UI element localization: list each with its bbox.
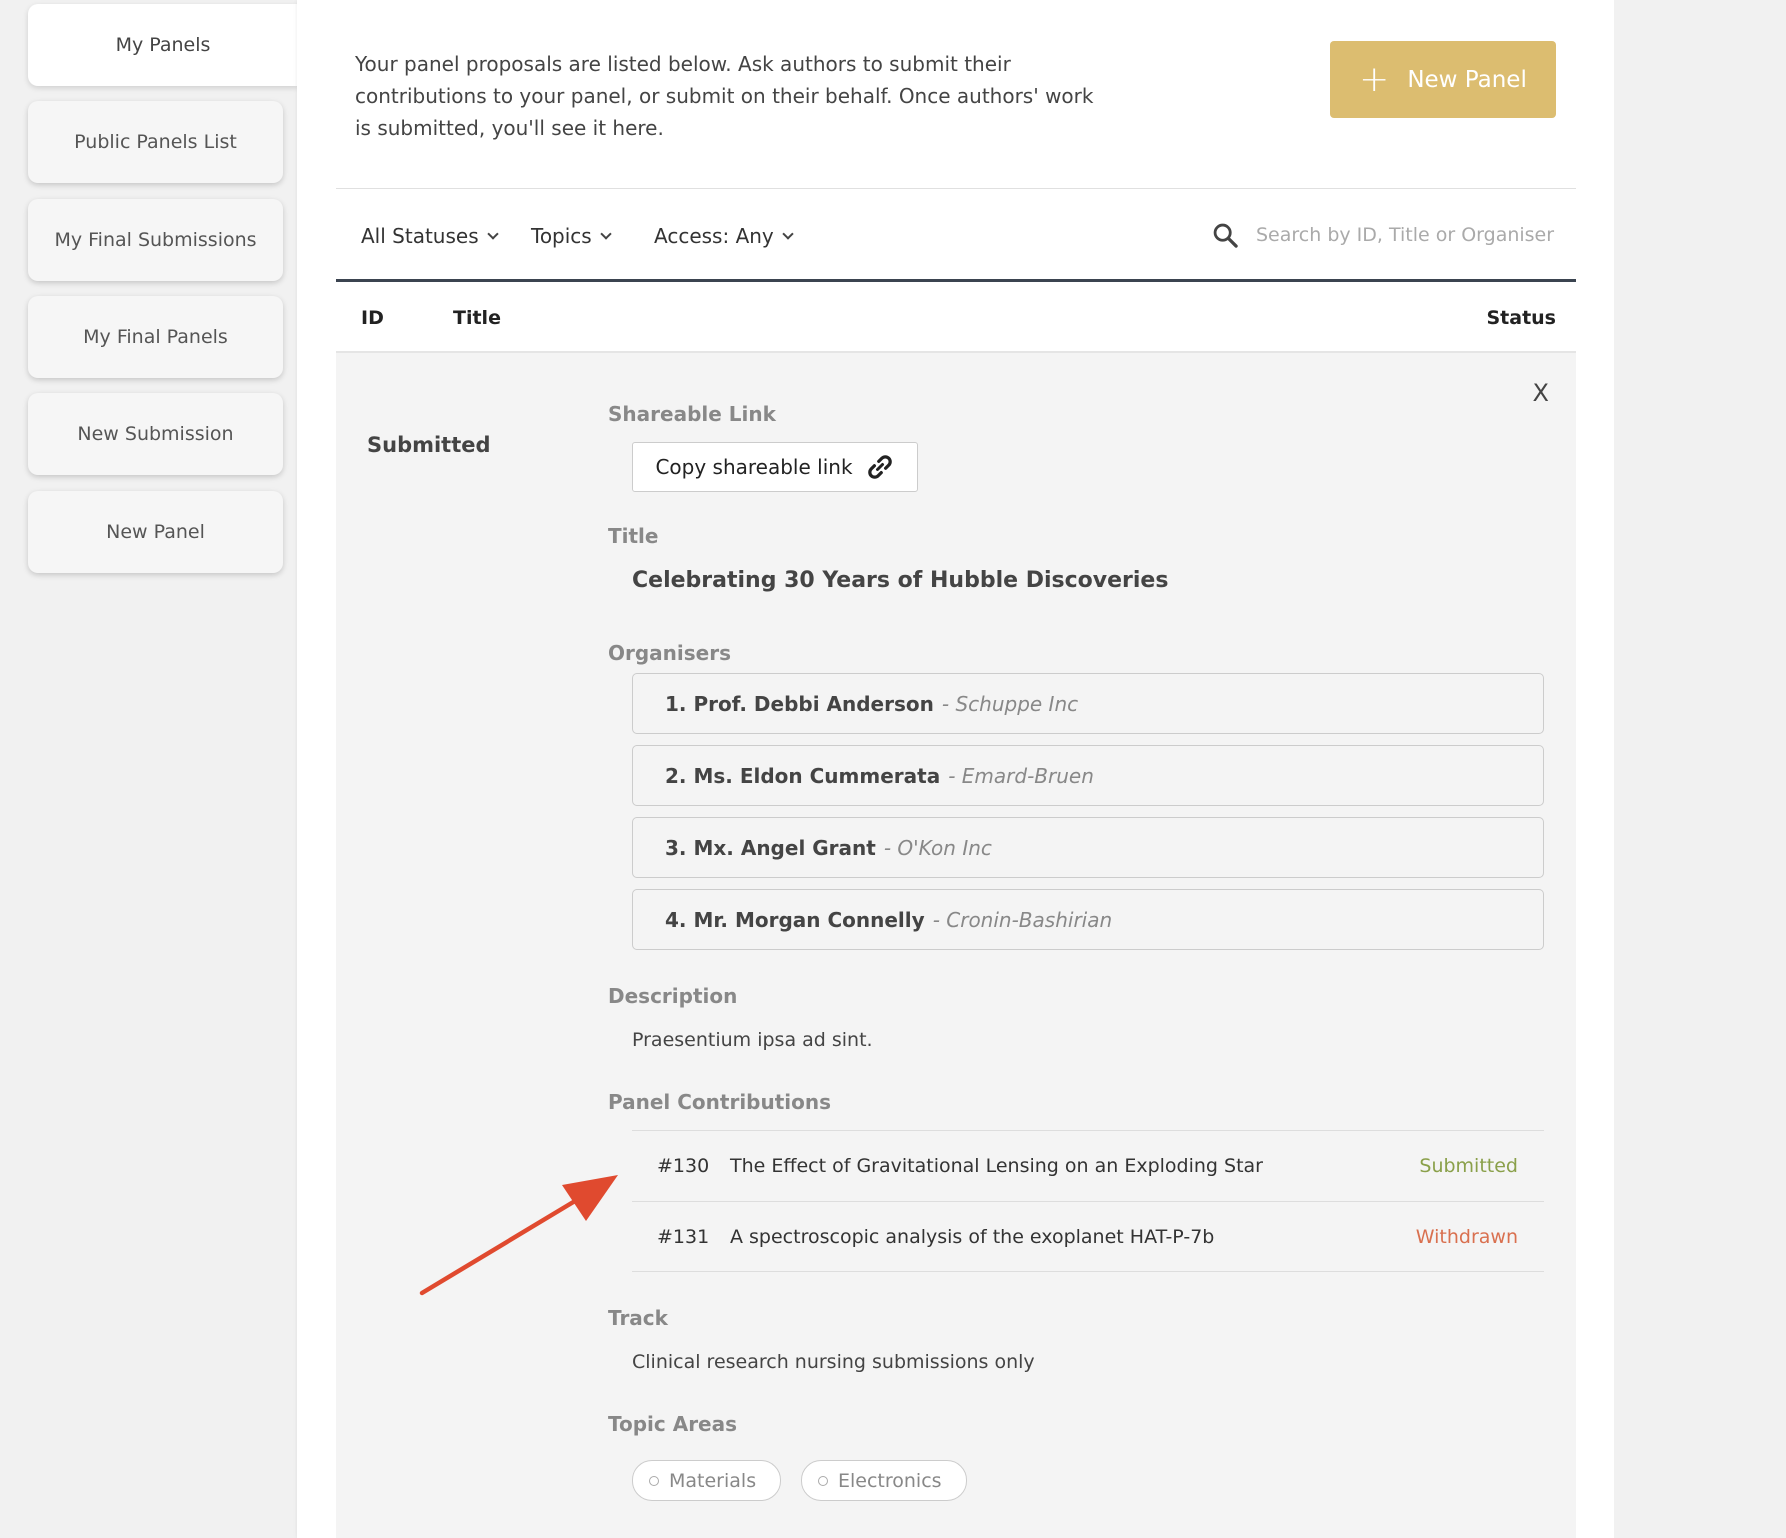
- topic-chip[interactable]: Electronics: [801, 1460, 967, 1501]
- contribution-row[interactable]: #130 The Effect of Gravitational Lensing…: [632, 1130, 1544, 1201]
- panel-title: Celebrating 30 Years of Hubble Discoveri…: [632, 568, 1169, 593]
- new-panel-button[interactable]: + New Panel: [1330, 41, 1556, 118]
- contribution-title: The Effect of Gravitational Lensing on a…: [730, 1155, 1263, 1177]
- intro-text: Your panel proposals are listed below. A…: [355, 52, 1094, 140]
- organiser-item: 3. Mx. Angel Grant - O'Kon Inc: [632, 817, 1544, 878]
- access-filter-dropdown[interactable]: Access: Any: [654, 224, 794, 248]
- panel-status: Submitted: [367, 433, 491, 457]
- organiser-item: 2. Ms. Eldon Cummerata - Emard-Bruen: [632, 745, 1544, 806]
- topic-chip[interactable]: Materials: [632, 1460, 782, 1501]
- organisers-label: Organisers: [608, 641, 732, 665]
- organiser-name: 2. Ms. Eldon Cummerata: [665, 763, 941, 788]
- column-header-title[interactable]: Title: [453, 307, 501, 329]
- shareable-link-label: Shareable Link: [608, 402, 776, 426]
- contribution-row[interactable]: #131 A spectroscopic analysis of the exo…: [632, 1201, 1544, 1272]
- sidebar-item-final-panels[interactable]: My Final Panels: [28, 296, 283, 378]
- link-icon: [867, 455, 892, 479]
- organiser-affiliation: - Cronin-Bashirian: [932, 907, 1113, 932]
- topic-chip-label: Materials: [669, 1469, 757, 1492]
- contribution-id: #130: [657, 1155, 710, 1177]
- annotation-arrow-icon: [419, 1175, 618, 1296]
- status-filter-dropdown[interactable]: All Statuses: [361, 224, 499, 248]
- topic-chip-label: Electronics: [838, 1469, 942, 1492]
- column-header-status[interactable]: Status: [1486, 307, 1556, 329]
- sidebar-item-label: New Panel: [106, 521, 205, 543]
- sidebar-item-public-panels[interactable]: Public Panels List: [28, 101, 283, 183]
- contribution-status: Withdrawn: [1415, 1225, 1518, 1248]
- search-input[interactable]: [1256, 215, 1556, 255]
- organiser-name: 1. Prof. Debbi Anderson: [665, 691, 934, 716]
- organiser-name: 4. Mr. Morgan Connelly: [665, 907, 925, 932]
- main-content: Your panel proposals are listed below. A…: [297, 0, 1614, 1538]
- new-panel-label: New Panel: [1407, 66, 1527, 93]
- chevron-down-icon: [782, 227, 794, 240]
- sidebar-item-my-panels[interactable]: My Panels: [28, 4, 298, 86]
- table-header: ID Title Status: [336, 285, 1576, 353]
- contribution-id: #131: [657, 1225, 710, 1248]
- filter-bar: All Statuses Topics Access: Any: [336, 188, 1576, 282]
- contribution-title: A spectroscopic analysis of the exoplane…: [730, 1225, 1215, 1248]
- title-label: Title: [608, 524, 659, 548]
- status-filter-label: All Statuses: [361, 224, 479, 248]
- organiser-affiliation: - Schuppe Inc: [941, 691, 1079, 716]
- organiser-affiliation: - Emard-Bruen: [948, 763, 1094, 788]
- contributions-label: Panel Contributions: [608, 1090, 832, 1114]
- sidebar-item-label: My Final Panels: [83, 326, 228, 348]
- track-label: Track: [608, 1306, 668, 1330]
- circle-icon: [818, 1475, 828, 1486]
- panel-detail: X Submitted Shareable Link Copy shareabl…: [336, 353, 1576, 1538]
- organiser-item: 4. Mr. Morgan Connelly - Cronin-Bashiria…: [632, 889, 1544, 950]
- organiser-name: 3. Mx. Angel Grant: [665, 835, 876, 860]
- sidebar: My Panels Public Panels List My Final Su…: [0, 0, 298, 1538]
- copy-link-label: Copy shareable link: [655, 455, 853, 479]
- chevron-down-icon: [600, 227, 612, 240]
- sidebar-item-new-submission[interactable]: New Submission: [28, 393, 283, 475]
- access-filter-label: Access: Any: [654, 224, 774, 248]
- sidebar-item-new-panel[interactable]: New Panel: [28, 491, 283, 573]
- search-icon: [1213, 223, 1238, 248]
- column-header-id[interactable]: ID: [361, 307, 384, 329]
- topics-filter-label: Topics: [531, 224, 592, 248]
- sidebar-item-label: My Final Submissions: [54, 229, 257, 251]
- plus-icon: +: [1359, 58, 1390, 100]
- close-button[interactable]: X: [1533, 379, 1549, 407]
- description-text: Praesentium ipsa ad sint.: [632, 1029, 873, 1051]
- track-text: Clinical research nursing submissions on…: [632, 1351, 1035, 1373]
- topics-filter-dropdown[interactable]: Topics: [531, 224, 612, 248]
- sidebar-item-final-submissions[interactable]: My Final Submissions: [28, 199, 283, 281]
- right-margin: [1614, 0, 1786, 1538]
- contribution-status: Submitted: [1419, 1155, 1518, 1177]
- organiser-affiliation: - O'Kon Inc: [883, 835, 992, 860]
- sidebar-item-label: My Panels: [115, 34, 211, 56]
- description-label: Description: [608, 984, 738, 1008]
- copy-shareable-link-button[interactable]: Copy shareable link: [632, 442, 918, 492]
- circle-icon: [649, 1475, 659, 1486]
- sidebar-item-label: Public Panels List: [74, 131, 237, 153]
- sidebar-item-label: New Submission: [77, 423, 234, 445]
- chevron-down-icon: [486, 227, 499, 240]
- topic-areas-label: Topic Areas: [608, 1412, 738, 1436]
- organiser-item: 1. Prof. Debbi Anderson - Schuppe Inc: [632, 673, 1544, 734]
